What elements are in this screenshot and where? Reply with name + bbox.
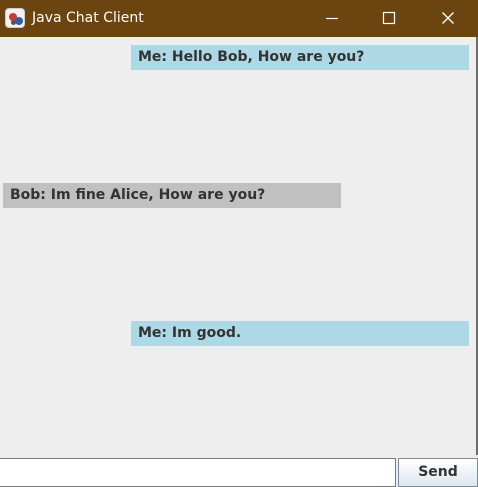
title-bar[interactable]: Java Chat Client: [0, 0, 478, 37]
close-icon: [442, 12, 454, 24]
window-title: Java Chat Client: [32, 10, 144, 26]
chat-message-outgoing: Me: Hello Bob, How are you?: [131, 45, 469, 70]
chat-message-outgoing: Me: Im good.: [131, 321, 469, 346]
minimize-button[interactable]: [310, 0, 356, 37]
chat-message-incoming: Bob: Im fine Alice, How are you?: [3, 183, 341, 208]
message-composer: Send: [0, 455, 478, 487]
message-input[interactable]: [0, 458, 396, 487]
maximize-icon: [382, 11, 396, 25]
close-button[interactable]: [425, 0, 471, 37]
minimize-icon: [326, 17, 338, 20]
java-chat-app-icon[interactable]: [5, 8, 25, 28]
maximize-button[interactable]: [366, 0, 412, 37]
chat-history[interactable]: Me: Hello Bob, How are you? Bob: Im fine…: [0, 37, 478, 455]
send-button[interactable]: Send: [398, 458, 478, 487]
